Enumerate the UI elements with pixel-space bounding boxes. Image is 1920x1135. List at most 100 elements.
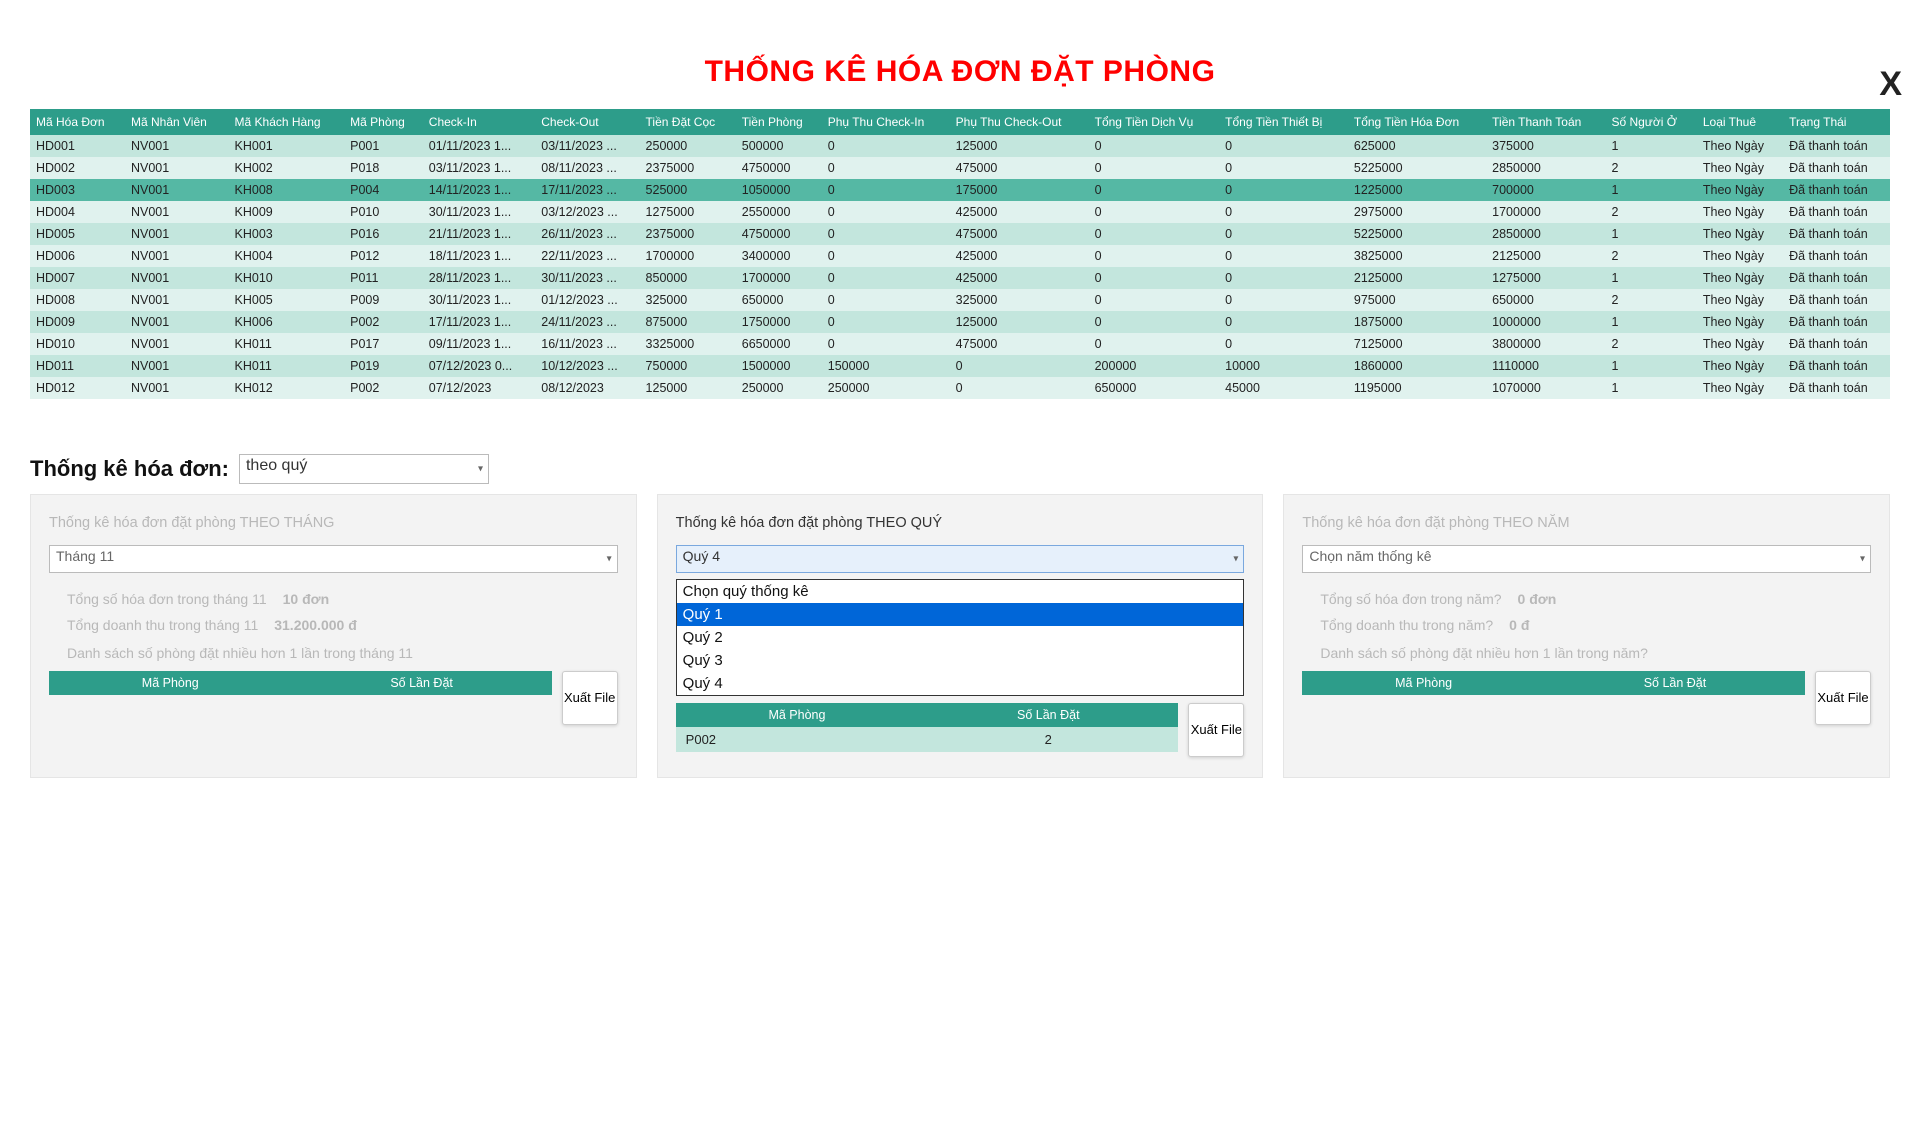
table-row[interactable]: HD005NV001KH003P01621/11/2023 1...26/11/… xyxy=(30,223,1890,245)
year-select[interactable]: Chọn năm thống kê xyxy=(1302,545,1871,573)
table-cell: Theo Ngày xyxy=(1697,377,1783,399)
table-cell: 375000 xyxy=(1486,135,1605,157)
table-cell: 07/12/2023 xyxy=(423,377,535,399)
table-cell: KH008 xyxy=(229,179,345,201)
table-cell: 325000 xyxy=(640,289,736,311)
table-cell: 250000 xyxy=(822,377,950,399)
quarter-option[interactable]: Chọn quý thống kê xyxy=(677,580,1244,603)
table-row[interactable]: HD004NV001KH009P01030/11/2023 1...03/12/… xyxy=(30,201,1890,223)
table-cell: 10/12/2023 ... xyxy=(535,355,639,377)
table-cell: 0 xyxy=(1219,245,1348,267)
table-cell: 250000 xyxy=(640,135,736,157)
table-cell: 125000 xyxy=(640,377,736,399)
table-cell: HD012 xyxy=(30,377,125,399)
table-cell: HD010 xyxy=(30,333,125,355)
table-cell: KH001 xyxy=(229,135,345,157)
table-cell: 425000 xyxy=(950,201,1089,223)
table-cell: Theo Ngày xyxy=(1697,157,1783,179)
table-cell: 0 xyxy=(822,267,950,289)
table-row[interactable]: HD003NV001KH008P00414/11/2023 1...17/11/… xyxy=(30,179,1890,201)
table-row[interactable]: HD010NV001KH011P01709/11/2023 1...16/11/… xyxy=(30,333,1890,355)
table-cell: KH011 xyxy=(229,333,345,355)
col-header: Tiền Thanh Toán xyxy=(1486,109,1605,135)
table-cell: 1860000 xyxy=(1348,355,1486,377)
quarter-select[interactable]: Quý 4 xyxy=(676,545,1245,573)
table-cell: P002 xyxy=(344,377,423,399)
table-cell: KH010 xyxy=(229,267,345,289)
table-cell: 2 xyxy=(1605,201,1696,223)
table-cell: 2975000 xyxy=(1348,201,1486,223)
table-cell: 07/12/2023 0... xyxy=(423,355,535,377)
quarter-option[interactable]: Quý 2 xyxy=(677,626,1244,649)
export-quarter-button[interactable]: Xuất File xyxy=(1188,703,1244,757)
table-cell: NV001 xyxy=(125,201,229,223)
quarter-option[interactable]: Quý 3 xyxy=(677,649,1244,672)
table-cell: 425000 xyxy=(950,267,1089,289)
quarter-option[interactable]: Quý 4 xyxy=(677,672,1244,695)
export-month-button[interactable]: Xuất File xyxy=(562,671,618,725)
year-mini-table: Mã Phòng Số Lần Đặt xyxy=(1302,671,1805,695)
table-cell: KH011 xyxy=(229,355,345,377)
year-revenue-label: Tổng doanh thu trong năm? xyxy=(1320,617,1493,633)
close-button[interactable]: X xyxy=(1879,67,1902,101)
table-cell: 125000 xyxy=(950,135,1089,157)
table-cell: 1 xyxy=(1605,267,1696,289)
table-cell: KH003 xyxy=(229,223,345,245)
table-cell: HD005 xyxy=(30,223,125,245)
mini-cell: P002 xyxy=(676,727,919,752)
table-cell: 125000 xyxy=(950,311,1089,333)
table-cell: 0 xyxy=(1089,245,1220,267)
table-cell: 1 xyxy=(1605,355,1696,377)
table-cell: 3400000 xyxy=(736,245,822,267)
table-cell: 0 xyxy=(822,311,950,333)
table-cell: Theo Ngày xyxy=(1697,245,1783,267)
table-row[interactable]: HD006NV001KH004P01218/11/2023 1...22/11/… xyxy=(30,245,1890,267)
table-cell: 150000 xyxy=(822,355,950,377)
panel-quarter-title: Thống kê hóa đơn đặt phòng THEO QUÝ xyxy=(676,515,1245,531)
table-cell: 1700000 xyxy=(736,267,822,289)
table-cell: P017 xyxy=(344,333,423,355)
month-select[interactable]: Tháng 11 xyxy=(49,545,618,573)
table-row[interactable]: HD002NV001KH002P01803/11/2023 1...08/11/… xyxy=(30,157,1890,179)
table-cell: 0 xyxy=(1219,135,1348,157)
table-cell: 45000 xyxy=(1219,377,1348,399)
list-item[interactable]: P0022 xyxy=(676,727,1179,752)
invoice-table: Mã Hóa ĐơnMã Nhân ViênMã Khách HàngMã Ph… xyxy=(30,109,1890,399)
mini-cell: 2 xyxy=(918,727,1178,752)
stats-mode-select[interactable]: theo quý xyxy=(239,454,489,484)
table-row[interactable]: HD008NV001KH005P00930/11/2023 1...01/12/… xyxy=(30,289,1890,311)
table-cell: 0 xyxy=(1219,311,1348,333)
table-cell: P010 xyxy=(344,201,423,223)
table-cell: 0 xyxy=(1089,267,1220,289)
table-cell: P019 xyxy=(344,355,423,377)
table-cell: 28/11/2023 1... xyxy=(423,267,535,289)
panel-year: Thống kê hóa đơn đặt phòng THEO NĂM Chọn… xyxy=(1283,494,1890,778)
table-cell: 0 xyxy=(822,157,950,179)
mini-col-room: Mã Phòng xyxy=(1302,671,1545,695)
table-row[interactable]: HD007NV001KH010P01128/11/2023 1...30/11/… xyxy=(30,267,1890,289)
table-cell: NV001 xyxy=(125,377,229,399)
table-cell: 1 xyxy=(1605,179,1696,201)
table-cell: 08/11/2023 ... xyxy=(535,157,639,179)
table-cell: NV001 xyxy=(125,267,229,289)
col-header: Tổng Tiền Thiết Bị xyxy=(1219,109,1348,135)
year-count-value: 0 đơn xyxy=(1518,591,1557,607)
col-header: Loại Thuê xyxy=(1697,109,1783,135)
page-title: THỐNG KÊ HÓA ĐƠN ĐẶT PHÒNG xyxy=(0,55,1920,89)
table-row[interactable]: HD011NV001KH011P01907/12/2023 0...10/12/… xyxy=(30,355,1890,377)
table-cell: 1050000 xyxy=(736,179,822,201)
table-cell: 1000000 xyxy=(1486,311,1605,333)
table-cell: Theo Ngày xyxy=(1697,135,1783,157)
table-cell: 1275000 xyxy=(1486,267,1605,289)
table-cell: 4750000 xyxy=(736,157,822,179)
table-cell: 0 xyxy=(1219,179,1348,201)
quarter-option[interactable]: Quý 1 xyxy=(677,603,1244,626)
table-cell: 0 xyxy=(1089,311,1220,333)
table-cell: P004 xyxy=(344,179,423,201)
table-cell: HD001 xyxy=(30,135,125,157)
export-year-button[interactable]: Xuất File xyxy=(1815,671,1871,725)
table-row[interactable]: HD012NV001KH012P00207/12/202308/12/20231… xyxy=(30,377,1890,399)
quarter-dropdown-list[interactable]: Chọn quý thống kêQuý 1Quý 2Quý 3Quý 4 xyxy=(676,579,1245,696)
table-row[interactable]: HD009NV001KH006P00217/11/2023 1...24/11/… xyxy=(30,311,1890,333)
table-row[interactable]: HD001NV001KH001P00101/11/2023 1...03/11/… xyxy=(30,135,1890,157)
